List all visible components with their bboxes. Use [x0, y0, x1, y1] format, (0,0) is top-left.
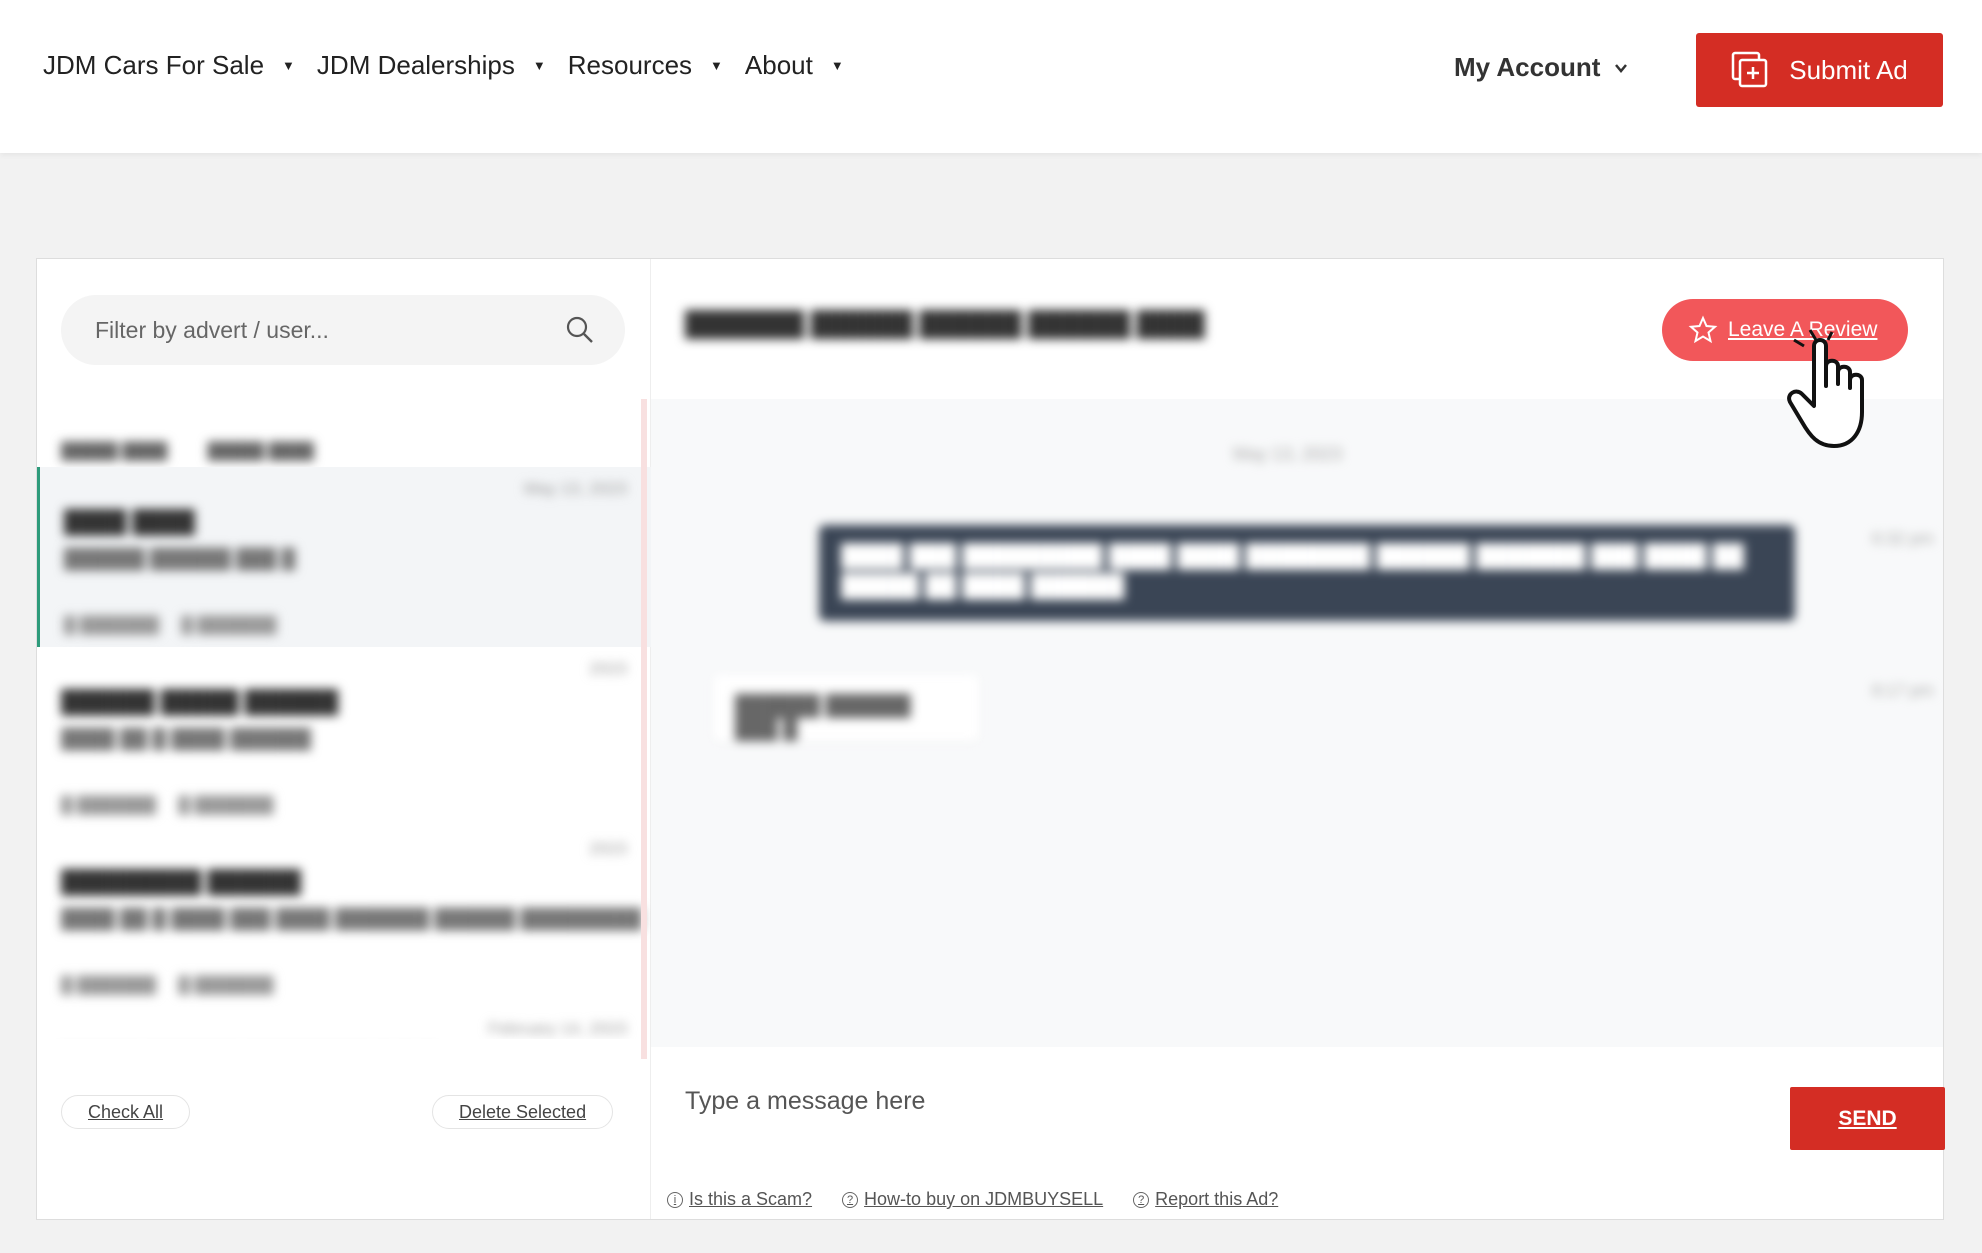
scam-info-label: Is this a Scam? — [689, 1189, 813, 1209]
conversation-name: ██████ █████ ██████ — [61, 689, 339, 714]
nav-item-label: Resources — [567, 50, 693, 80]
my-account-menu[interactable]: My Account — [1454, 52, 1628, 83]
chat-title-link[interactable]: ███████ ██████ ██████ ██████ ████ — [685, 311, 1205, 339]
conversation-preview: ████ ██ █ ████ ███ ████ ███████ ██████ █… — [61, 909, 642, 930]
nav-item-jdm-cars[interactable]: JDM Cars For Sale ▼ — [43, 50, 295, 81]
conversation-meta: █ ███████ █ ███████ — [61, 977, 274, 994]
conversation-date: May 13, 2023 — [523, 479, 627, 498]
conversation-name: █████████ ██████ — [61, 869, 301, 894]
message-composer: SEND — [651, 1047, 1945, 1157]
search-icon[interactable] — [565, 315, 595, 345]
check-all-button[interactable]: Check All — [61, 1095, 191, 1129]
nav-item-about[interactable]: About ▼ — [745, 50, 844, 81]
incoming-message: ██████ ██████ ███ █ — [713, 675, 979, 741]
conversation-sidebar: █████ ████ █████ ████ May 13, 2023 ████ … — [37, 259, 651, 1219]
conversation-date: 2023 — [589, 659, 627, 678]
messages-panel: █████ ████ █████ ████ May 13, 2023 ████ … — [36, 258, 1945, 1220]
nav-item-dealerships[interactable]: JDM Dealerships ▼ — [317, 50, 546, 81]
blurred-action-link[interactable]: █████ ████ — [61, 443, 167, 461]
scam-info-link[interactable]: i Is this a Scam? — [667, 1189, 812, 1210]
conversation-date: 2023 — [589, 839, 627, 858]
help-icon: ? — [842, 1191, 859, 1208]
conversation-meta: █ ███████ █ ███████ — [61, 797, 274, 814]
main-nav: JDM Cars For Sale ▼ JDM Dealerships ▼ Re… — [43, 50, 866, 81]
submit-ad-button[interactable]: Submit Ad — [1696, 33, 1943, 107]
help-links: i Is this a Scam? ? How-to buy on JDMBUY… — [667, 1189, 1308, 1210]
message-input[interactable] — [685, 1087, 1685, 1116]
filter-input[interactable] — [95, 316, 535, 344]
conversation-date: February 14, 2023 — [488, 1019, 627, 1038]
caret-down-icon: ▼ — [830, 58, 844, 73]
conversation-item[interactable]: February 14, 2023 █████ ██████ ████████ … — [37, 1007, 651, 1039]
outgoing-message: ████ ███ █████████ ████ ████ ████████ ██… — [819, 525, 1795, 621]
report-ad-label: Report this Ad? — [1155, 1189, 1279, 1209]
caret-down-icon: ▼ — [282, 58, 295, 73]
day-separator: May 13, 2023 — [1233, 444, 1343, 464]
hand-pointer-cursor-icon — [1787, 329, 1864, 448]
blurred-action-link[interactable]: █████ ████ — [207, 443, 313, 461]
caret-down-icon: ▼ — [710, 58, 723, 73]
nav-item-label: About — [744, 50, 813, 80]
conversation-scrollbar[interactable] — [641, 399, 647, 1059]
conversation-name: ████ ████ — [64, 509, 195, 534]
conversation-list: █████ ████ █████ ████ May 13, 2023 ████ … — [37, 419, 651, 1039]
nav-item-label: JDM Cars For Sale — [43, 50, 265, 80]
account-label: My Account — [1454, 52, 1601, 82]
how-to-buy-label: How-to buy on JDMBUYSELL — [864, 1189, 1104, 1209]
help-icon: ? — [1133, 1191, 1150, 1208]
filter-box — [61, 295, 625, 365]
delete-selected-button[interactable]: Delete Selected — [432, 1095, 614, 1129]
conversation-bulk-actions: █████ ████ █████ ████ — [61, 443, 354, 461]
conversation-meta: █ ███████ █ ███████ — [64, 617, 277, 634]
report-ad-link[interactable]: ? Report this Ad? — [1133, 1189, 1278, 1210]
nav-item-label: JDM Dealerships — [316, 50, 515, 80]
conversation-preview: ██████ ██████ ███ █ — [64, 549, 296, 570]
submit-ad-label: Submit Ad — [1789, 54, 1908, 85]
message-thread: May 13, 2023 ████ ███ █████████ ████ ███… — [651, 399, 1943, 1047]
message-time: 6:32 pm — [1872, 529, 1934, 548]
message-time: 8:17 pm — [1872, 681, 1934, 700]
conversation-preview: ████ ██ █ ████ ██████ — [61, 729, 311, 750]
chat-header: ███████ ██████ ██████ ██████ ████ Leave … — [651, 259, 1943, 399]
info-icon: i — [667, 1191, 683, 1208]
send-button[interactable]: SEND — [1790, 1087, 1945, 1150]
add-copy-icon — [1731, 51, 1768, 88]
chat-area: ███████ ██████ ██████ ██████ ████ Leave … — [651, 259, 1945, 1219]
conversation-item[interactable]: 2023 █████████ ██████ ████ ██ █ ████ ███… — [37, 827, 651, 1007]
star-icon — [1688, 315, 1718, 344]
caret-down-icon: ▼ — [532, 58, 546, 73]
nav-item-resources[interactable]: Resources ▼ — [568, 50, 723, 81]
conversation-item[interactable]: 2023 ██████ █████ ██████ ████ ██ █ ████ … — [37, 647, 651, 827]
conversation-item[interactable]: May 13, 2023 ████ ████ ██████ ██████ ███… — [37, 467, 651, 647]
how-to-buy-link[interactable]: ? How-to buy on JDMBUYSELL — [842, 1189, 1103, 1210]
chevron-down-icon — [1615, 63, 1628, 73]
top-navigation-bar: JDM Cars For Sale ▼ JDM Dealerships ▼ Re… — [0, 0, 1982, 153]
